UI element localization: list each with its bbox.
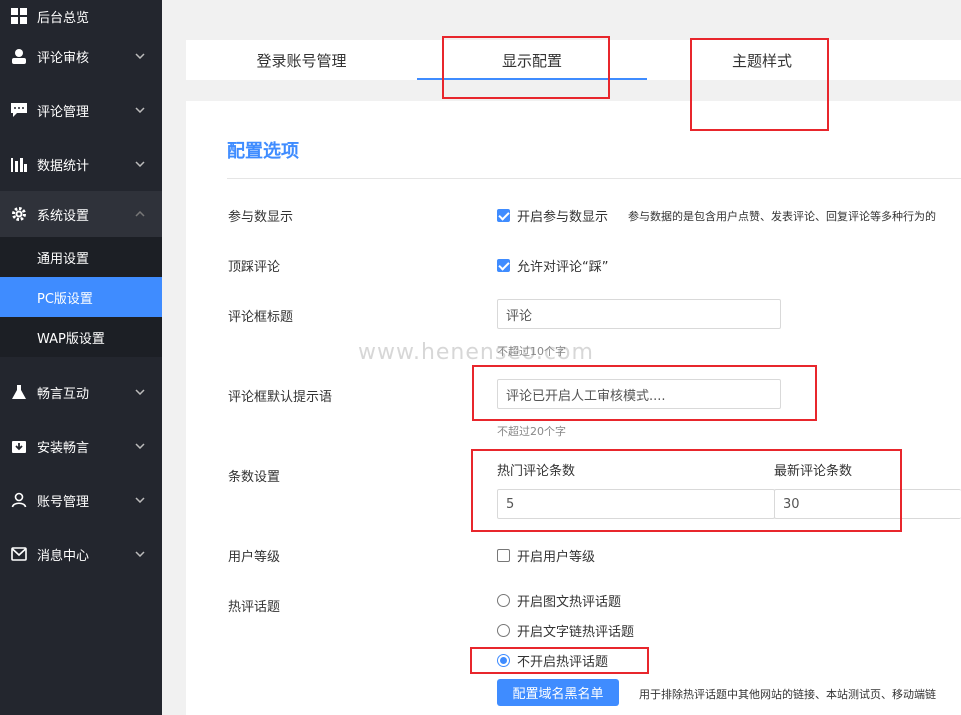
hot-topic-option-textlink[interactable]: 开启文字链热评话题	[497, 621, 634, 640]
tab-theme-style[interactable]: 主题样式	[647, 40, 877, 80]
hot-topic-option-text: 开启文字链热评话题	[517, 625, 635, 640]
box-title-hint: 不超过10个字	[497, 345, 566, 358]
bar-chart-icon	[10, 155, 28, 173]
dislike-checkbox[interactable]	[497, 259, 510, 272]
hot-topic-option-disabled[interactable]: 不开启热评话题	[497, 651, 608, 670]
config-panel: 配置选项 参与数显示 开启参与数显示 参与数据的是包含用户点赞、发表评论、回复评…	[186, 101, 961, 715]
nav-item-statistics[interactable]: 数据统计	[0, 137, 162, 191]
chevron-up-icon	[134, 208, 146, 220]
dashboard-icon	[10, 7, 28, 25]
system-settings-submenu: 通用设置 PC版设置 WAP版设置	[0, 237, 162, 357]
domain-blacklist-button[interactable]: 配置域名黑名单	[497, 679, 619, 706]
domain-blacklist-description: 用于排除热评话题中其他网站的链接、本站测试页、移动端链	[639, 688, 936, 701]
participants-label: 参与数显示	[228, 210, 294, 225]
user-level-checkbox[interactable]	[497, 549, 510, 562]
box-title-label: 评论框标题	[228, 310, 294, 325]
flask-icon	[10, 383, 28, 401]
active-tab-underline	[417, 78, 647, 80]
nav-label: 后台总览	[37, 10, 90, 26]
tab-display-config[interactable]: 显示配置	[417, 40, 647, 80]
user-icon	[10, 47, 28, 65]
person-icon	[10, 491, 28, 509]
user-level-field: 开启用户等级	[497, 546, 595, 565]
chevron-down-icon	[134, 104, 146, 116]
nav-item-comment-review[interactable]: 评论审核	[0, 29, 162, 83]
sidebar: 后台总览 评论审核 评论管理 数据统计 系统设置 通用设置 PC版设置 WAP版…	[0, 0, 162, 715]
section-title: 配置选项	[227, 141, 299, 162]
gear-icon	[10, 205, 28, 223]
chevron-down-icon	[134, 386, 146, 398]
hot-count-input[interactable]: 5	[497, 489, 775, 519]
hot-topic-radio-selected[interactable]	[497, 654, 510, 667]
dislike-label: 顶踩评论	[228, 260, 281, 275]
nav-item-system-settings[interactable]: 系统设置	[0, 191, 162, 237]
hot-topic-option-text: 不开启热评话题	[517, 655, 609, 670]
nav-item-interaction[interactable]: 畅言互动	[0, 365, 162, 419]
nav-item-install[interactable]: 安装畅言	[0, 419, 162, 473]
hot-topic-radio[interactable]	[497, 624, 510, 637]
dislike-field: 允许对评论“踩”	[497, 256, 608, 275]
hot-count-label: 热门评论条数	[497, 464, 576, 479]
section-divider	[227, 178, 961, 179]
nav-item-account[interactable]: 账号管理	[0, 473, 162, 527]
box-title-input[interactable]: 评论	[497, 299, 781, 329]
hot-topics-label: 热评话题	[228, 600, 281, 615]
counts-label: 条数设置	[228, 470, 281, 485]
tab-label: 显示配置	[501, 51, 562, 70]
box-placeholder-label: 评论框默认提示语	[228, 390, 333, 405]
nav-item-comment-manage[interactable]: 评论管理	[0, 83, 162, 137]
chevron-down-icon	[134, 158, 146, 170]
tab-login-accounts[interactable]: 登录账号管理	[186, 40, 417, 80]
tab-label: 登录账号管理	[256, 51, 347, 70]
chevron-down-icon	[134, 548, 146, 560]
chevron-down-icon	[134, 494, 146, 506]
tab-label: 主题样式	[731, 51, 792, 70]
participants-checkbox[interactable]	[497, 209, 510, 222]
user-level-option-text: 开启用户等级	[517, 550, 596, 565]
sub-item-wap-settings[interactable]: WAP版设置	[0, 317, 162, 357]
nav-label: 安装畅言	[37, 440, 90, 456]
user-level-label: 用户等级	[228, 550, 281, 565]
nav-label: 评论审核	[37, 50, 90, 66]
dislike-option-text: 允许对评论“踩”	[517, 260, 609, 275]
hot-topic-option-image[interactable]: 开启图文热评话题	[497, 591, 621, 610]
tab-bar: 登录账号管理 显示配置 主题样式	[186, 40, 961, 80]
nav-label: 账号管理	[37, 494, 90, 510]
download-icon	[10, 437, 28, 455]
hot-topic-option-text: 开启图文热评话题	[517, 595, 622, 610]
sub-item-pc-settings[interactable]: PC版设置	[0, 277, 162, 317]
chevron-down-icon	[134, 440, 146, 452]
new-count-input[interactable]: 30	[774, 489, 961, 519]
participants-field: 开启参与数显示 参与数据的是包含用户点赞、发表评论、回复评论等多种行为的	[497, 206, 936, 225]
nav-label: 数据统计	[37, 158, 90, 174]
chevron-down-icon	[134, 50, 146, 62]
mail-icon	[10, 545, 28, 563]
box-placeholder-input[interactable]: 评论已开启人工审核模式....	[497, 379, 781, 409]
nav-label: 评论管理	[37, 104, 90, 120]
nav-label: 系统设置	[37, 208, 90, 224]
comment-icon	[10, 101, 28, 119]
hot-topic-radio[interactable]	[497, 594, 510, 607]
nav-label: 畅言互动	[37, 386, 90, 402]
sub-item-general-settings[interactable]: 通用设置	[0, 237, 162, 277]
new-count-label: 最新评论条数	[774, 464, 853, 479]
participants-description: 参与数据的是包含用户点赞、发表评论、回复评论等多种行为的	[628, 209, 937, 223]
box-placeholder-hint: 不超过20个字	[497, 425, 566, 438]
participants-option-text: 开启参与数显示	[517, 210, 609, 225]
nav-item-messages[interactable]: 消息中心	[0, 527, 162, 581]
nav-label: 消息中心	[37, 548, 90, 564]
